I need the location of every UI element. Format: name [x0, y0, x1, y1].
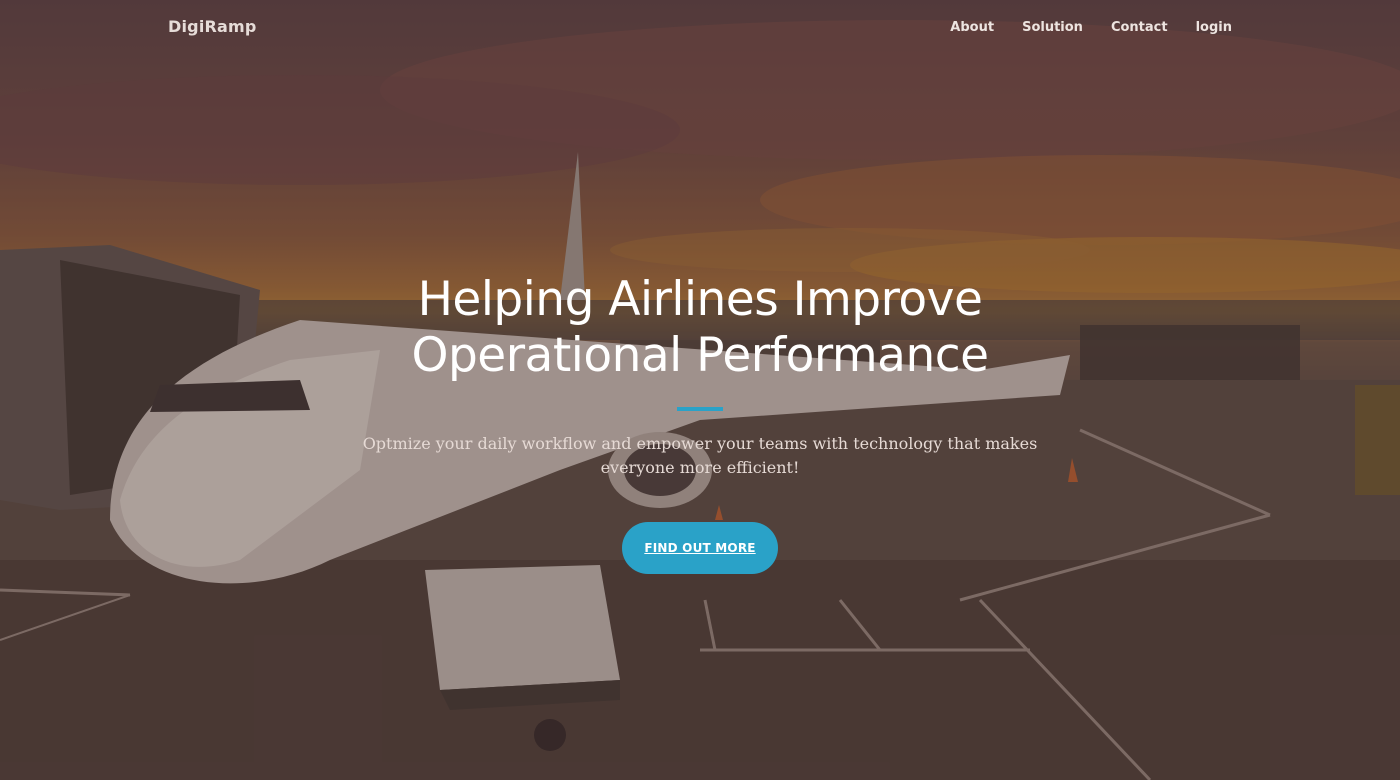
hero-headline-line-1: Helping Airlines Improve [417, 272, 983, 327]
nav-link-login[interactable]: login [1196, 20, 1232, 35]
nav-item-about: About [950, 18, 994, 36]
hero-headline-line-2: Operational Performance [411, 328, 989, 383]
headline-divider [677, 407, 723, 411]
find-out-more-button[interactable]: FIND OUT MORE [622, 522, 778, 574]
nav-link-solution[interactable]: Solution [1022, 20, 1083, 35]
hero-section: DigiRamp About Solution Contact login He… [0, 0, 1400, 780]
nav-link-about[interactable]: About [950, 20, 994, 35]
nav-item-login: login [1196, 18, 1232, 36]
hero-overlay [0, 0, 1400, 780]
brand-logo-link[interactable]: DigiRamp [168, 17, 257, 36]
nav-item-solution: Solution [1022, 18, 1083, 36]
hero-subtext: Optmize your daily workflow and empower … [362, 434, 1038, 477]
nav-links: About Solution Contact login [950, 18, 1232, 36]
navbar: DigiRamp About Solution Contact login [0, 0, 1400, 54]
nav-item-contact: Contact [1111, 18, 1168, 36]
nav-link-contact[interactable]: Contact [1111, 20, 1168, 35]
hero-headline: Helping Airlines Improve Operational Per… [0, 272, 1400, 384]
